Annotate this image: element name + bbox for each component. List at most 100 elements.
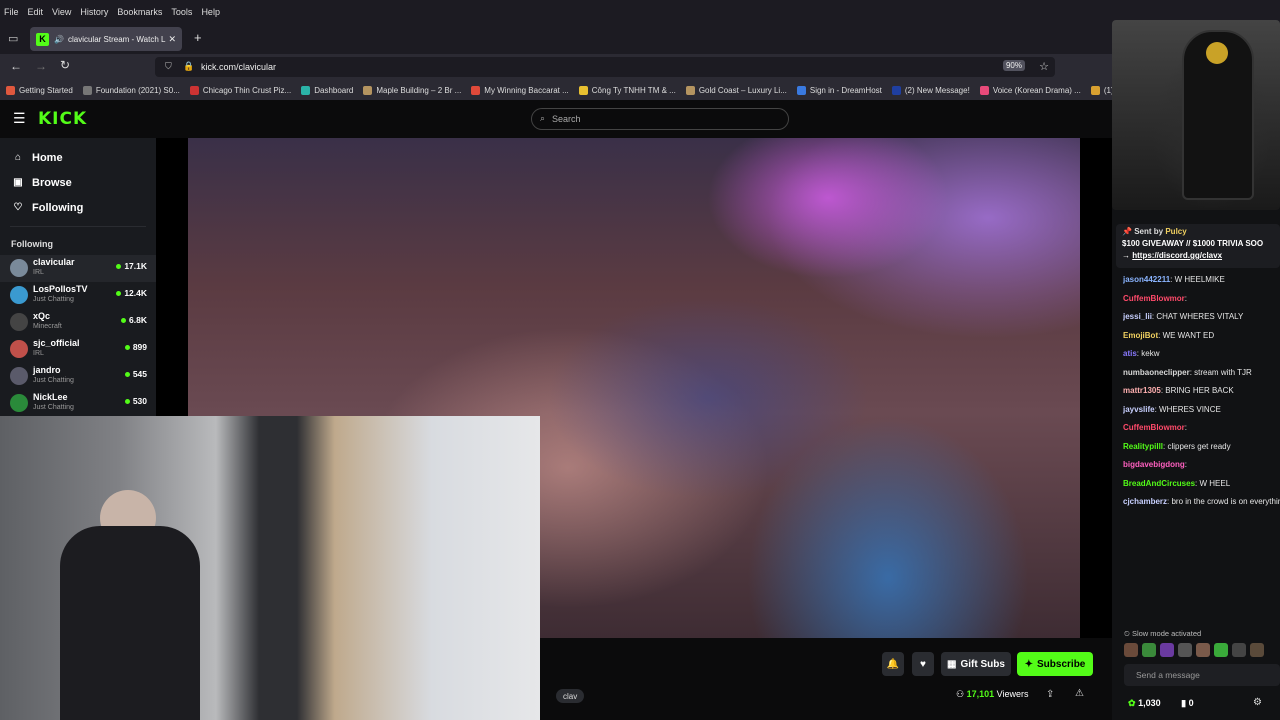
share-icon[interactable]: ⇪ xyxy=(1046,689,1054,700)
tab-overview-icon[interactable]: ▭ xyxy=(8,32,18,45)
stream-tag[interactable]: clav xyxy=(556,689,585,703)
bookmark-item[interactable]: (2) New Message! xyxy=(891,85,970,95)
channel-viewers-value: 899 xyxy=(132,342,147,352)
menu-file[interactable]: File xyxy=(4,7,19,17)
menu-edit[interactable]: Edit xyxy=(28,7,44,17)
followed-channel[interactable]: xQc Minecraft 6.8K xyxy=(0,309,156,336)
new-tab-icon[interactable]: + xyxy=(194,30,202,45)
chat-username[interactable]: atis xyxy=(1123,349,1137,358)
avatar xyxy=(10,394,28,412)
bookmark-item[interactable]: Công Ty TNHH TM & ... xyxy=(578,85,676,95)
pinned-username[interactable]: Pulcy xyxy=(1165,227,1186,236)
emote-icon[interactable] xyxy=(1160,643,1174,657)
chat-username[interactable]: CuffemBlowmor xyxy=(1123,423,1185,432)
gift-subs-button[interactable]: ▦ Gift Subs xyxy=(941,652,1011,676)
chat-message: cjchamberz: bro in the crowd is on every… xyxy=(1123,496,1280,508)
forward-icon[interactable]: → xyxy=(35,59,47,73)
avatar xyxy=(10,367,28,385)
follow-heart-button[interactable]: ♥ xyxy=(912,652,934,676)
sidebar-item-label: Browse xyxy=(32,176,72,189)
bookmark-label: Voice (Korean Drama) ... xyxy=(992,85,1081,95)
emote-icon[interactable] xyxy=(1178,643,1192,657)
emote-icon[interactable] xyxy=(1232,643,1246,657)
zoom-level[interactable]: 90% xyxy=(1002,60,1025,71)
bookmark-item[interactable]: Voice (Korean Drama) ... xyxy=(979,85,1081,95)
channel-name: LosPollosTV xyxy=(33,284,88,294)
bookmark-item[interactable]: Foundation (2021) S0... xyxy=(82,85,180,95)
followed-channel[interactable]: sjc_official IRL 899 xyxy=(0,336,156,363)
bookmark-item[interactable]: My Winning Baccarat ... xyxy=(471,85,569,95)
bookmark-favicon-icon xyxy=(578,85,588,95)
emote-icon[interactable] xyxy=(1142,643,1156,657)
emote-icon[interactable] xyxy=(1124,643,1138,657)
browser-tab[interactable]: K 🔊 clavicular Stream - Watch L ✕ xyxy=(30,27,182,51)
sidebar-item-browse[interactable]: ▣ Browse xyxy=(0,170,156,195)
bookmark-star-icon[interactable]: ☆ xyxy=(1039,60,1049,73)
chat-username[interactable]: bigdavebigdong xyxy=(1123,460,1185,469)
chat-username[interactable]: jason442211 xyxy=(1123,275,1170,284)
channel-category: Just Chatting xyxy=(33,404,74,411)
chat-username[interactable]: jayvslife xyxy=(1123,405,1155,414)
emote-icon[interactable] xyxy=(1196,643,1210,657)
chat-username[interactable]: numbaoneclipper xyxy=(1123,368,1190,377)
menu-view[interactable]: View xyxy=(52,7,71,17)
chat-username[interactable]: mattr1305 xyxy=(1123,386,1161,395)
chat-separator: : xyxy=(1184,423,1188,432)
gift-subs-label: Gift Subs xyxy=(960,658,1005,670)
discord-link[interactable]: https://discord.gg/clavx xyxy=(1132,251,1222,260)
channel-viewers-value: 12.4K xyxy=(124,288,147,298)
channel-viewers: 12.4K xyxy=(116,288,147,298)
menu-tools[interactable]: Tools xyxy=(171,7,192,17)
chat-text: bro in the crowd is on everything xyxy=(1171,497,1280,506)
emote-icon[interactable] xyxy=(1214,643,1228,657)
url-bar[interactable]: ⛉ 🔒 kick.com/clavicular 90% ☆ xyxy=(155,57,1055,77)
emote-icon[interactable] xyxy=(1250,643,1264,657)
bookmark-item[interactable]: Chicago Thin Crust Piz... xyxy=(189,85,291,95)
search-input[interactable]: ⌕ Search xyxy=(531,108,789,130)
sidebar-item-home[interactable]: ⌂ Home xyxy=(0,145,156,170)
report-icon[interactable]: ⚠ xyxy=(1075,688,1084,699)
chat-username[interactable]: jessi_lii xyxy=(1123,312,1152,321)
channel-points[interactable]: ✿ 1,030 ▮ 0 xyxy=(1128,698,1194,709)
bookmark-item[interactable]: Sign in - DreamHost xyxy=(796,85,882,95)
subscribe-button[interactable]: ✦ Subscribe xyxy=(1017,652,1093,676)
menu-bookmarks[interactable]: Bookmarks xyxy=(117,7,162,17)
notification-bell-button[interactable]: 🔔 xyxy=(882,652,904,676)
kick-logo[interactable]: KICK xyxy=(38,109,87,129)
sidebar-item-following[interactable]: ♡ Following xyxy=(0,195,156,220)
bookmark-item[interactable]: Gold Coast – Luxury Li... xyxy=(685,85,787,95)
bookmark-favicon-icon xyxy=(471,85,481,95)
channel-name: xQc xyxy=(33,311,51,321)
chat-settings-icon[interactable]: ⚙ xyxy=(1253,697,1262,708)
channel-viewers: 17.1K xyxy=(116,261,147,271)
bookmark-item[interactable]: Dashboard xyxy=(301,85,353,95)
channel-viewers: 6.8K xyxy=(121,315,147,325)
reload-icon[interactable]: ↻ xyxy=(60,58,70,72)
chat-text: CHAT WHERES VITALY xyxy=(1156,312,1244,321)
menu-history[interactable]: History xyxy=(80,7,108,17)
speaker-icon[interactable]: 🔊 xyxy=(54,35,64,44)
back-icon[interactable]: ← xyxy=(10,59,22,73)
bookmark-favicon-icon xyxy=(6,85,15,95)
bookmark-item[interactable]: Maple Building – 2 Br ... xyxy=(363,85,461,95)
followed-channel[interactable]: jandro Just Chatting 545 xyxy=(0,363,156,390)
menu-help[interactable]: Help xyxy=(201,7,220,17)
followed-channel[interactable]: LosPollosTV Just Chatting 12.4K xyxy=(0,282,156,309)
channel-name: clavicular xyxy=(33,257,75,267)
chat-username[interactable]: Realitypilll xyxy=(1123,442,1163,451)
chat-username[interactable]: BreadAndCircuses xyxy=(1123,479,1195,488)
chat-username[interactable]: CuffemBlowmor xyxy=(1123,294,1185,303)
bookmark-favicon-icon xyxy=(796,85,806,95)
chat-username[interactable]: EmojiBot xyxy=(1123,331,1158,340)
lock-icon: 🔒 xyxy=(183,61,195,71)
close-tab-icon[interactable]: ✕ xyxy=(168,34,176,45)
gift-count-value: 0 xyxy=(1188,698,1194,708)
chat-username[interactable]: cjchamberz xyxy=(1123,497,1167,506)
hamburger-menu-icon[interactable]: ☰ xyxy=(13,110,26,127)
followed-channel[interactable]: clavicular IRL 17.1K xyxy=(0,255,156,282)
chat-message-input[interactable]: Send a message xyxy=(1124,664,1280,686)
slow-mode-text: Slow mode activated xyxy=(1131,629,1202,638)
chat-text: kekw xyxy=(1141,349,1160,358)
followed-channel[interactable]: NickLee Just Chatting 530 xyxy=(0,390,156,417)
bookmark-item[interactable]: Getting Started xyxy=(6,85,73,95)
